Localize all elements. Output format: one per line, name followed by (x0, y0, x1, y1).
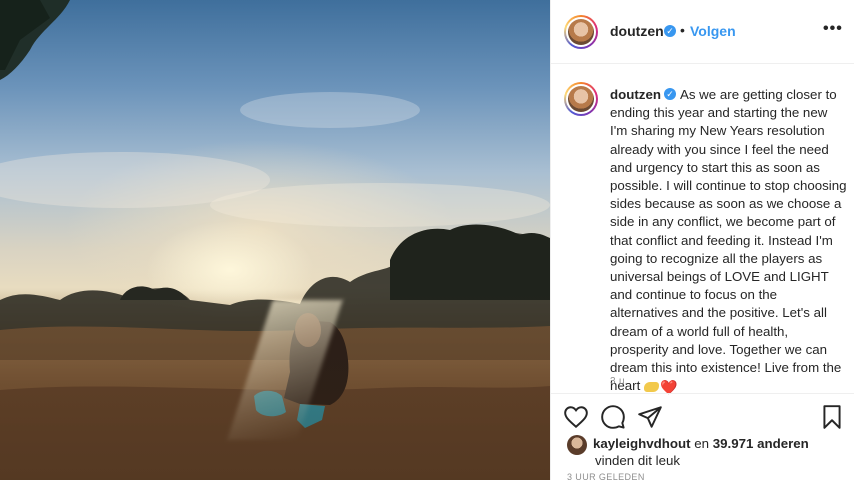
share-icon[interactable] (637, 404, 663, 430)
post-caption: doutzen ✓ As we are getting closer to endi… (610, 86, 848, 396)
caption-area: doutzen ✓ As we are getting closer to endi… (551, 64, 854, 396)
waving-hand-icon (644, 381, 660, 392)
verified-badge-icon: ✓ (663, 88, 676, 101)
likes-suffix: vinden dit leuk (595, 453, 681, 468)
more-options-icon[interactable]: ••• (823, 20, 843, 38)
header-username[interactable]: doutzen (610, 23, 664, 39)
caption-timestamp[interactable]: 3 u. (610, 376, 628, 387)
caption-text: As we are getting closer to ending this … (610, 87, 847, 394)
caption-avatar[interactable] (564, 82, 598, 116)
bookmark-icon[interactable] (819, 404, 845, 430)
posted-time: 3 UUR GELEDEN (567, 472, 645, 482)
avatar-image (568, 19, 594, 45)
heart-icon[interactable] (563, 404, 589, 430)
likes-section: kayleighvdhout en 39.971 anderen vinden … (551, 433, 854, 482)
likes-conjunction: en (690, 436, 713, 451)
liker-username[interactable]: kayleighvdhout (593, 436, 691, 451)
header-separator: • (680, 22, 685, 38)
likes-summary: kayleighvdhout en 39.971 anderen (593, 436, 809, 451)
header-avatar[interactable] (564, 15, 598, 49)
avatar-image (568, 86, 594, 112)
photo-shade (0, 290, 550, 480)
caption-username[interactable]: doutzen (610, 87, 661, 102)
likes-count[interactable]: 39.971 anderen (713, 436, 809, 451)
post-side-panel: doutzen ✓ • Volgen ••• doutzen ✓ As we are… (550, 0, 854, 482)
post-header: doutzen ✓ • Volgen ••• (551, 0, 854, 64)
post-photo[interactable] (0, 0, 550, 480)
verified-badge-icon: ✓ (664, 25, 676, 37)
liker-avatar[interactable] (567, 435, 587, 455)
comment-icon[interactable] (600, 404, 626, 430)
action-bar (551, 393, 854, 438)
follow-button[interactable]: Volgen (690, 23, 736, 39)
